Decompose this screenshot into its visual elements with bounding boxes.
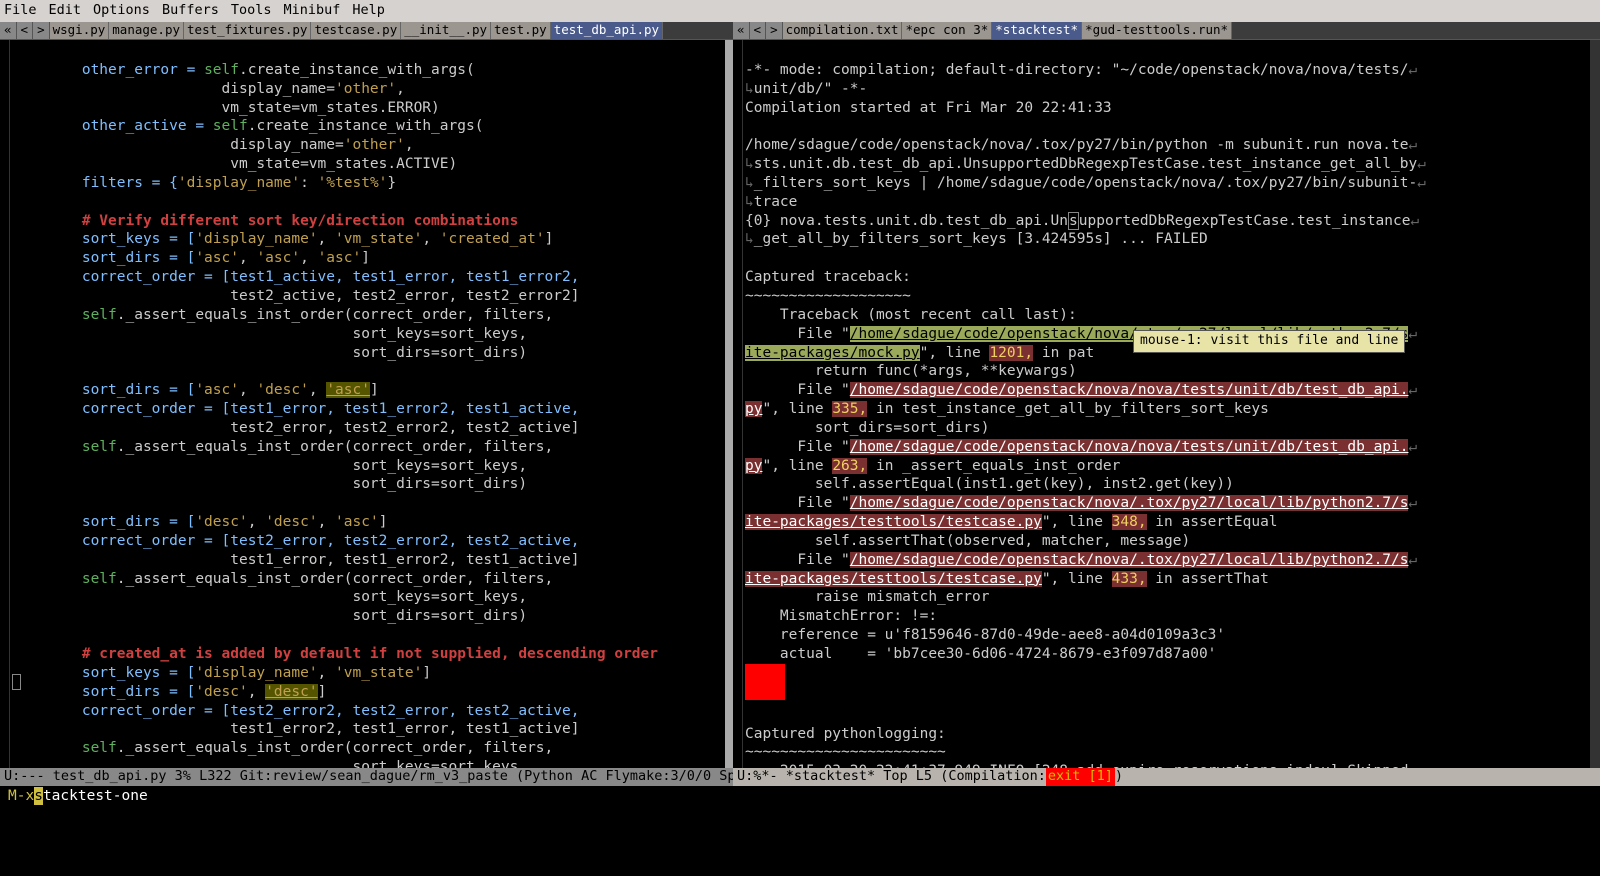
compilation-exit-status: exit [1] (1046, 768, 1115, 786)
minibuffer[interactable]: M-x stacktest-one (0, 786, 1600, 806)
menu-minibuf[interactable]: Minibuf (283, 2, 340, 20)
tab-wsgi[interactable]: wsgi.py (50, 22, 110, 39)
right-tabbar: « < > compilation.txt *epc con 3* *stack… (733, 22, 1600, 40)
modeline-right[interactable]: U:%*- *stacktest* Top L5 (Compilation:ex… (733, 768, 1600, 786)
tab-nav-next-icon-r[interactable]: > (766, 22, 783, 39)
tab-gud-testtools[interactable]: *gud-testtools.run* (1082, 22, 1232, 39)
tab-test-db-api[interactable]: test_db_api.py (551, 22, 663, 39)
actual-value: actual = 'bb7cee30-6d06-4724-8679-e3f097… (745, 646, 1216, 662)
comment-line: # Verify different sort key/direction co… (12, 213, 518, 229)
menu-buffers[interactable]: Buffers (162, 2, 219, 20)
tab-stacktest[interactable]: *stacktest* (992, 22, 1082, 39)
minibuffer-input: tacktest-one (43, 787, 148, 806)
tab-init[interactable]: __init__.py (401, 22, 491, 39)
highlighted-desc: 'desc' (265, 684, 317, 700)
code-line: other_error = (12, 62, 204, 78)
right-fringe (733, 40, 743, 768)
compilation-header: -*- mode: compilation; default-directory… (745, 62, 1408, 78)
test-failed-line: _get_all_by_filters_sort_keys [3.424595s… (754, 231, 1208, 247)
menu-edit[interactable]: Edit (49, 2, 82, 20)
modeline-row: U:--- test_db_api.py 3% L322 Git:review/… (0, 768, 1600, 786)
tab-compilation-txt[interactable]: compilation.txt (783, 22, 903, 39)
traceback-file-link[interactable]: /home/sdague/code/openstack/nova/.tox/py… (850, 552, 1409, 568)
compilation-start-time: Compilation started at Fri Mar 20 22:41:… (745, 100, 1112, 116)
tab-nav-first-icon-r[interactable]: « (733, 22, 750, 39)
minibuffer-prompt: M-x (8, 787, 34, 806)
tab-nav-prev-icon[interactable]: < (17, 22, 34, 39)
tab-nav-prev-icon-r[interactable]: < (750, 22, 767, 39)
tab-testcase[interactable]: testcase.py (311, 22, 401, 39)
highlighted-asc: 'asc' (326, 382, 370, 398)
left-fringe (0, 40, 10, 768)
traceback-file-link[interactable]: /home/sdague/code/openstack/nova/nova/te… (850, 382, 1409, 398)
menu-tools[interactable]: Tools (231, 2, 272, 20)
error-marker (745, 664, 785, 700)
modeline-left[interactable]: U:--- test_db_api.py 3% L322 Git:review/… (0, 768, 733, 786)
left-editor-pane[interactable]: other_error = self.create_instance_with_… (10, 40, 725, 768)
left-tabbar: « < > wsgi.py manage.py test_fixtures.py… (0, 22, 733, 40)
log-line: 2015-03-20 22:41:37,949 INFO [248_add_ex… (745, 763, 1408, 768)
tab-epc-con[interactable]: *epc con 3* (902, 22, 992, 39)
tab-test-fixtures[interactable]: test_fixtures.py (184, 22, 311, 39)
cursor-indicator (12, 674, 21, 690)
menubar: File Edit Options Buffers Tools Minibuf … (0, 0, 1600, 22)
tab-nav-first-icon[interactable]: « (0, 22, 17, 39)
point-cursor: s (1068, 212, 1079, 230)
traceback-file-link[interactable]: /home/sdague/code/openstack/nova/nova/te… (850, 439, 1409, 455)
traceback-file-link[interactable]: /home/sdague/code/openstack/nova/.tox/py… (850, 495, 1409, 511)
captured-traceback-header: Captured traceback: (745, 269, 911, 285)
tab-test[interactable]: test.py (491, 22, 551, 39)
menu-options[interactable]: Options (93, 2, 150, 20)
reference-value: reference = u'f8159646-87d0-49de-aee8-a0… (745, 627, 1225, 643)
mismatch-error: MismatchError: !=: (745, 608, 937, 624)
main-area: other_error = self.create_instance_with_… (0, 40, 1600, 768)
tab-nav-next-icon[interactable]: > (33, 22, 50, 39)
minibuffer-cursor: s (34, 787, 43, 806)
menu-file[interactable]: File (4, 2, 37, 20)
comment-line: # created_at is added by default if not … (12, 646, 658, 662)
tab-manage[interactable]: manage.py (109, 22, 184, 39)
window-divider[interactable] (725, 40, 733, 768)
menu-help[interactable]: Help (352, 2, 385, 20)
right-scrollbar[interactable] (1590, 40, 1600, 768)
right-compilation-pane[interactable]: -*- mode: compilation; default-directory… (743, 40, 1590, 768)
captured-logging-header: Captured pythonlogging: (745, 726, 946, 742)
mouse-tooltip: mouse-1: visit this file and line (1133, 330, 1405, 353)
